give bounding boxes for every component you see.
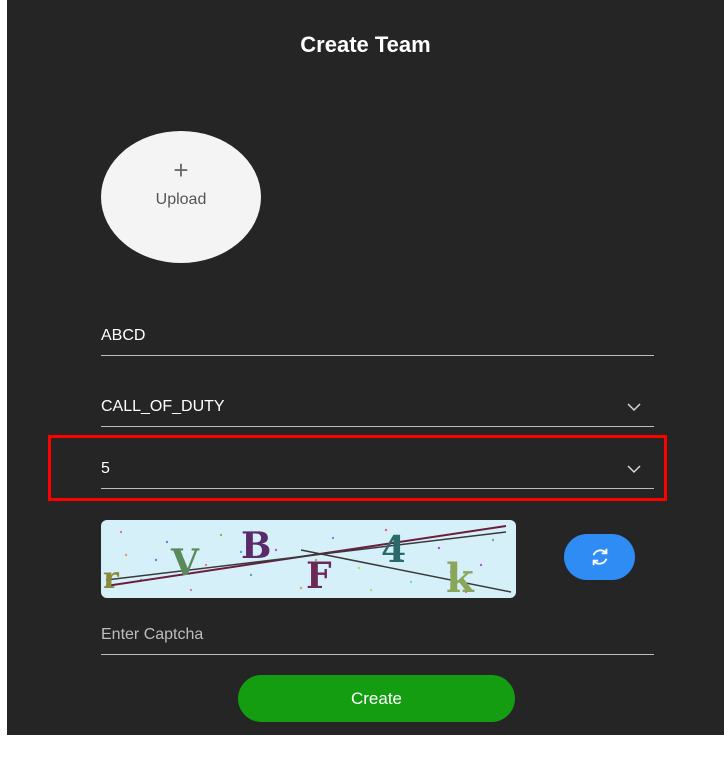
team-name-input[interactable]: ABCD (101, 322, 654, 356)
refresh-captcha-button[interactable] (564, 534, 635, 580)
create-button[interactable]: Create (238, 675, 515, 722)
plus-icon: + (173, 155, 189, 185)
chevron-down-icon (627, 403, 641, 412)
create-team-panel: Create Team + Upload ABCD CALL_OF_DUTY 5 (7, 0, 724, 735)
captcha-char: V (170, 542, 200, 584)
captcha-char: k (446, 555, 475, 598)
captcha-graphic: r V B F 4 k (103, 525, 512, 598)
captcha-image: r V B F 4 k (101, 520, 516, 598)
captcha-char: 4 (381, 529, 406, 571)
refresh-icon (592, 548, 608, 566)
dialog-title: Create Team (300, 32, 431, 57)
game-select[interactable]: CALL_OF_DUTY (101, 393, 654, 427)
captcha-char: B (241, 525, 271, 567)
team-name-value: ABCD (101, 327, 146, 344)
upload-avatar-button[interactable]: + Upload (101, 131, 261, 263)
captcha-char: r (103, 561, 120, 596)
captcha-input-placeholder: Enter Captcha (101, 626, 204, 643)
highlight-box (48, 435, 667, 501)
game-select-value: CALL_OF_DUTY (101, 398, 225, 415)
upload-label: Upload (155, 191, 207, 208)
captcha-input[interactable]: Enter Captcha (101, 621, 654, 655)
captcha-char: F (306, 555, 332, 597)
